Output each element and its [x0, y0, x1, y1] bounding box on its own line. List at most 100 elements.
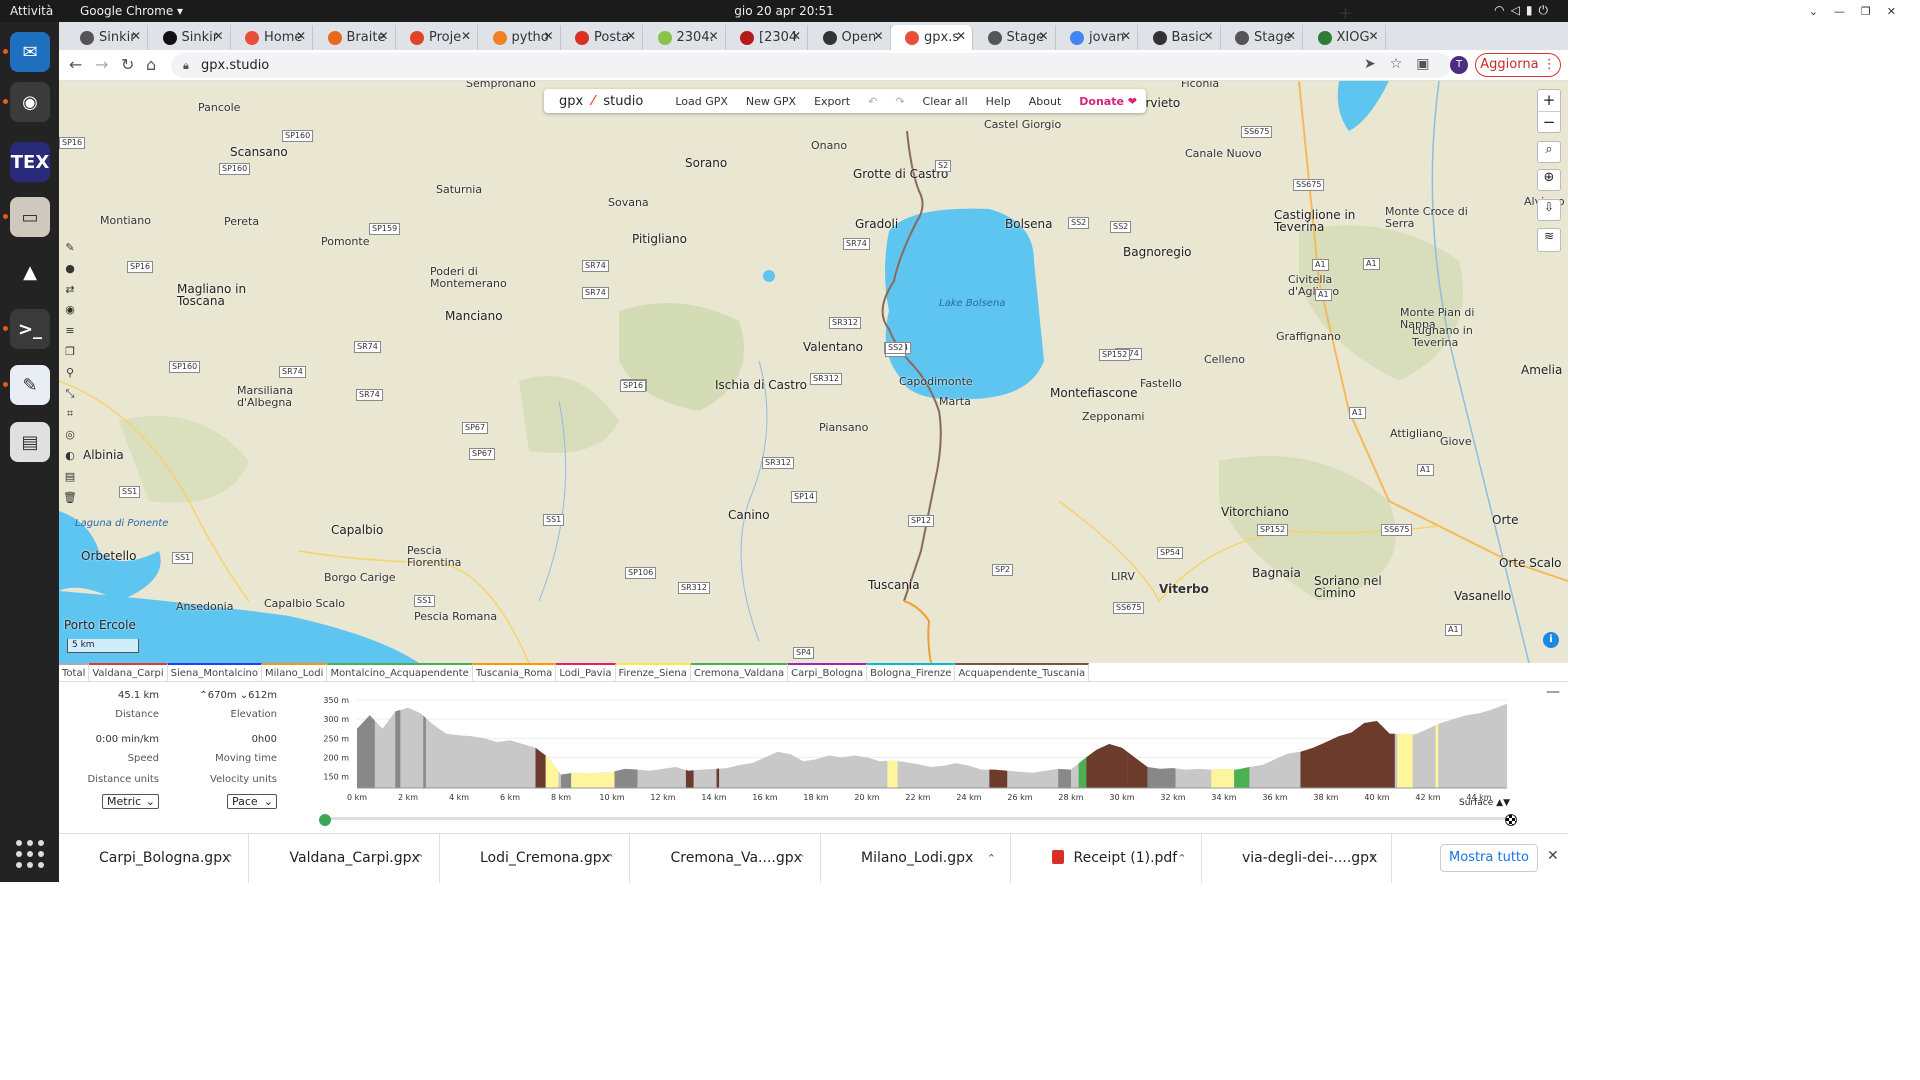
download-item[interactable]: Carpi_Bologna.gpx ⌃ [59, 834, 249, 883]
search-icon[interactable]: ⌕ [1537, 141, 1561, 163]
dock-document-viewer-icon[interactable]: ▤ [10, 422, 50, 462]
velocity-units-select[interactable]: Pace ⌄ [227, 794, 277, 809]
track-tab[interactable]: Total [59, 663, 90, 681]
new-tab-button[interactable]: + [1338, 3, 1353, 24]
minimize-icon[interactable]: — [1834, 5, 1861, 18]
new-gpx-button[interactable]: New GPX [737, 95, 805, 108]
browser-tab[interactable]: gpx.s ✕ [891, 25, 973, 50]
browser-tab[interactable]: Posta ✕ [561, 25, 643, 50]
marker-icon[interactable]: ⚲ [62, 366, 78, 387]
reverse-icon[interactable]: ⇄ [62, 283, 78, 304]
download-item[interactable]: Valdana_Carpi.gpx ⌃ [250, 834, 440, 883]
browser-tab[interactable]: [2304 ✕ [726, 25, 808, 50]
locate-icon[interactable]: ⊕ [1537, 169, 1561, 191]
browser-tab[interactable]: jovan ✕ [1056, 25, 1138, 50]
loop-icon[interactable]: ◉ [62, 303, 78, 324]
zoom-out-button[interactable]: − [1538, 111, 1560, 133]
back-icon[interactable]: ← [69, 55, 82, 74]
track-tab[interactable]: Acquapendente_Tuscania [955, 663, 1090, 681]
load-gpx-button[interactable]: Load GPX [666, 95, 737, 108]
track-tab[interactable]: Milano_Lodi [262, 663, 328, 681]
track-tab[interactable]: Firenze_Siena [615, 663, 691, 681]
browser-tab[interactable]: Home ✕ [231, 25, 313, 50]
system-tray[interactable]: ◠◁▮⏻ [1494, 3, 1554, 18]
pencil-icon[interactable]: ✎ [62, 241, 78, 262]
send-icon[interactable]: ➤ [1364, 56, 1390, 72]
chevron-up-icon[interactable]: ⌃ [415, 834, 424, 883]
address-bar[interactable]: 🔒︎ gpx.studio [171, 53, 1451, 78]
update-button[interactable]: Aggiorna ⋮ [1475, 53, 1561, 77]
reload-icon[interactable]: ↻ [121, 55, 134, 74]
hide-icon[interactable]: ◎ [62, 428, 78, 449]
chevron-up-icon[interactable]: ⌃ [1368, 834, 1377, 883]
track-tab[interactable]: Tuscania_Roma [472, 663, 557, 681]
merge-icon[interactable]: ▤ [62, 470, 78, 491]
close-tab-icon[interactable]: ✕ [791, 29, 801, 43]
chevron-up-icon[interactable]: ⌃ [606, 834, 615, 883]
dock-text-editor-icon[interactable]: ✎ [10, 365, 50, 405]
delete-icon[interactable]: 🗑︎ [62, 491, 78, 512]
browser-tab[interactable]: pytho ✕ [479, 25, 561, 50]
dock-thunderbird-icon[interactable]: ✉ [10, 32, 50, 72]
zoom-in-button[interactable]: + [1538, 90, 1560, 111]
close-tab-icon[interactable]: ✕ [461, 29, 471, 43]
clock[interactable]: gio 20 apr 20:51 [0, 4, 1568, 18]
browser-tab[interactable]: Sinkir ✕ [149, 25, 231, 50]
browser-tab[interactable]: Proje ✕ [396, 25, 478, 50]
close-tab-icon[interactable]: ✕ [956, 29, 966, 43]
color-icon[interactable]: ◐ [62, 449, 78, 470]
browser-tab[interactable]: Stage ✕ [974, 25, 1056, 50]
download-item[interactable]: via-degli-dei-....gpx ⌃ [1202, 834, 1392, 883]
track-tab[interactable]: Valdana_Carpi [89, 663, 168, 681]
export-button[interactable]: Export [805, 95, 859, 108]
track-tab[interactable]: Lodi_Pavia [556, 663, 616, 681]
restore-icon[interactable]: ❐ [1861, 5, 1887, 18]
tab-search-icon[interactable]: ⌄ [1809, 5, 1834, 18]
browser-tab[interactable]: Stage ✕ [1221, 25, 1303, 50]
browser-tab[interactable]: 2304. ✕ [644, 25, 726, 50]
dock-inkscape-icon[interactable]: ▲ [10, 252, 50, 292]
elevation-chart[interactable]: 150 m 200 m 250 m 300 m 350 m 0 km 2 km 4 km 6 k… [289, 692, 1519, 810]
track-tab[interactable]: Bologna_Firenze [867, 663, 956, 681]
close-tab-icon[interactable]: ✕ [1203, 29, 1213, 43]
close-window-icon[interactable]: ✕ [1887, 5, 1912, 18]
close-tab-icon[interactable]: ✕ [131, 29, 141, 43]
track-tab[interactable]: Cremona_Valdana [690, 663, 789, 681]
lock-icon[interactable]: 🔒︎ [183, 53, 189, 78]
about-button[interactable]: About [1020, 95, 1071, 108]
close-tab-icon[interactable]: ✕ [708, 29, 718, 43]
layers-icon[interactable]: ≋ [1537, 228, 1561, 252]
chevron-up-icon[interactable]: ⌃ [225, 834, 234, 883]
track-tab[interactable]: Carpi_Bologna [788, 663, 868, 681]
browser-tab[interactable]: Sinkir ✕ [66, 25, 148, 50]
close-download-bar-icon[interactable]: ✕ [1547, 848, 1559, 864]
range-slider-start-handle[interactable] [319, 814, 331, 826]
distance-units-select[interactable]: Metric ⌄ [102, 794, 159, 809]
help-button[interactable]: Help [977, 95, 1020, 108]
list-icon[interactable]: ≡ [62, 324, 78, 345]
chevron-up-icon[interactable]: ⌃ [1177, 834, 1186, 883]
reduce-icon[interactable]: ⤡ [62, 387, 78, 408]
track-tab[interactable]: Siena_Montalcino [167, 663, 263, 681]
forward-icon[interactable]: → [95, 55, 108, 74]
show-all-downloads-button[interactable]: Mostra tutto [1440, 844, 1538, 872]
close-tab-icon[interactable]: ✕ [213, 29, 223, 43]
map-view[interactable]: Sempronano Pancole Scansano Montiano Pereta P… [59, 81, 1568, 663]
crop-icon[interactable]: ⌗ [62, 407, 78, 428]
bookmark-star-icon[interactable]: ☆ [1390, 56, 1417, 72]
surface-toggle[interactable]: Surface ▲▼ [1459, 798, 1510, 808]
close-tab-icon[interactable]: ✕ [873, 29, 883, 43]
download-item[interactable]: Receipt (1).pdf ⌃ [1012, 834, 1202, 883]
clear-all-button[interactable]: Clear all [914, 95, 977, 108]
download-item[interactable]: Milano_Lodi.gpx ⌃ [821, 834, 1011, 883]
range-slider-end-handle[interactable] [1505, 814, 1517, 826]
download-item[interactable]: Lodi_Cremona.gpx ⌃ [440, 834, 630, 883]
close-tab-icon[interactable]: ✕ [378, 29, 388, 43]
dock-texmaker-icon[interactable]: TEX [10, 142, 50, 182]
chevron-up-icon[interactable]: ⌃ [796, 834, 805, 883]
street-view-icon[interactable]: ⇩ [1537, 199, 1561, 221]
dock-chrome-icon[interactable]: ◉ [10, 82, 50, 122]
close-tab-icon[interactable]: ✕ [296, 29, 306, 43]
close-tab-icon[interactable]: ✕ [626, 29, 636, 43]
track-tab[interactable]: Montalcino_Acquapendente [327, 663, 473, 681]
